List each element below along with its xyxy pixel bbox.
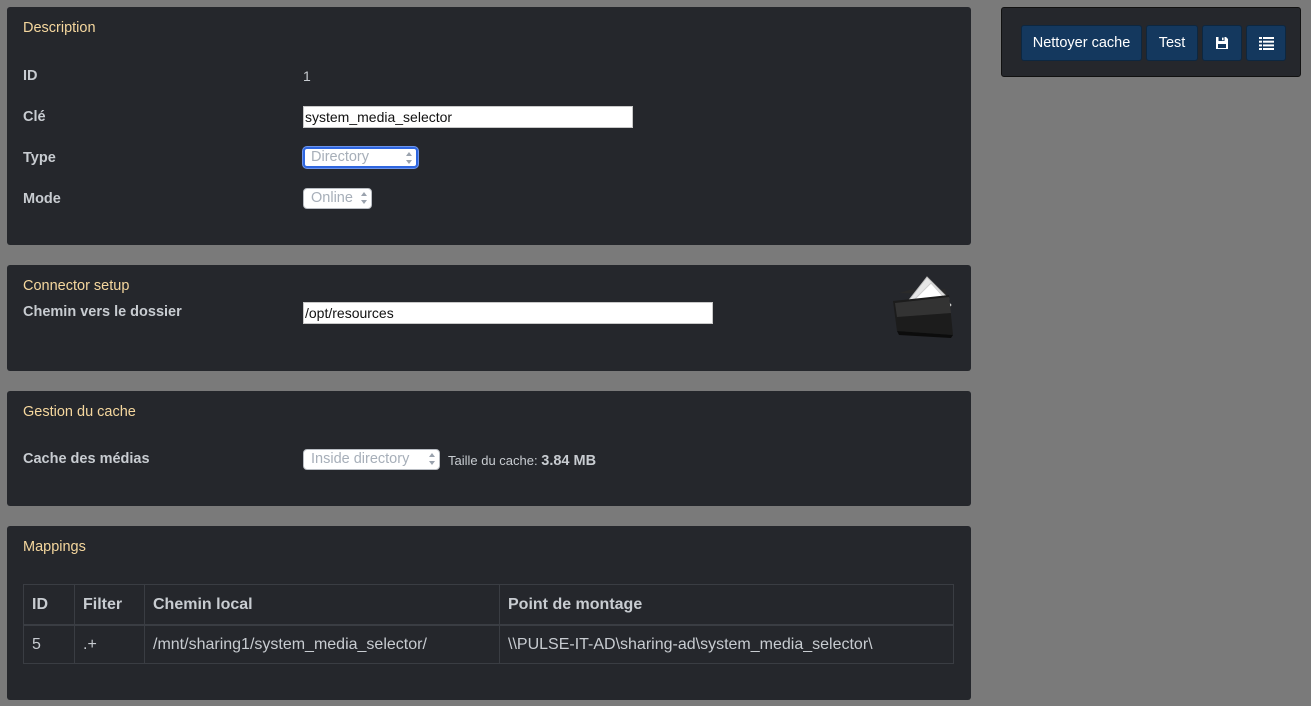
cache-panel: Gestion du cache Cache des médias Inside…	[7, 391, 971, 506]
select-arrows-icon	[361, 192, 368, 204]
cell-filter: .+	[74, 624, 145, 664]
select-arrows-icon	[429, 453, 436, 465]
cache-size-label: Taille du cache:	[448, 453, 538, 468]
key-input[interactable]	[303, 106, 633, 128]
mappings-panel: Mappings ID Filter Chemin local Point de…	[7, 526, 971, 700]
media-cache-select-value: Inside directory	[311, 451, 410, 467]
panel-title: Gestion du cache	[23, 404, 136, 420]
save-icon	[1216, 37, 1228, 49]
cache-size-value: 3.84 MB	[541, 453, 597, 469]
type-select-value: Directory	[311, 149, 370, 165]
table-header-row: ID Filter Chemin local Point de montage	[23, 584, 954, 626]
id-label: ID	[23, 68, 38, 84]
folder-path-input[interactable]	[303, 302, 713, 324]
panel-title: Connector setup	[23, 278, 130, 294]
panel-title: Mappings	[23, 539, 86, 555]
select-arrows-icon	[406, 152, 413, 164]
clear-cache-button[interactable]: Nettoyer cache	[1021, 25, 1142, 61]
media-cache-label: Cache des médias	[23, 451, 150, 467]
key-label: Clé	[23, 109, 46, 125]
cell-local-path: /mnt/sharing1/system_media_selector/	[144, 624, 500, 664]
column-header-id: ID	[23, 584, 75, 626]
connector-panel: Connector setup Chemin vers le dossier	[7, 265, 971, 371]
folder-icon	[893, 276, 953, 338]
column-header-local-path: Chemin local	[144, 584, 500, 626]
type-select[interactable]: Directory	[303, 147, 418, 168]
cache-size: Taille du cache: 3.84 MB	[448, 453, 596, 469]
mode-select-value: Online	[311, 190, 353, 206]
panel-title: Description	[23, 20, 96, 36]
test-button[interactable]: Test	[1146, 25, 1198, 61]
cell-id: 5	[23, 624, 75, 664]
cell-mount-point: \\PULSE-IT-AD\sharing-ad\system_media_se…	[499, 624, 954, 664]
save-button[interactable]	[1202, 25, 1242, 61]
folder-path-label: Chemin vers le dossier	[23, 304, 182, 320]
mode-label: Mode	[23, 191, 61, 207]
list-button[interactable]	[1246, 25, 1286, 61]
table-row[interactable]: 5 .+ /mnt/sharing1/system_media_selector…	[23, 624, 954, 664]
mode-select[interactable]: Online	[303, 188, 372, 209]
column-header-mount-point: Point de montage	[499, 584, 954, 626]
list-icon	[1258, 36, 1274, 50]
toolbar: Nettoyer cache Test	[1001, 7, 1301, 77]
column-header-filter: Filter	[74, 584, 145, 626]
mappings-table: ID Filter Chemin local Point de montage …	[23, 584, 954, 664]
description-panel: Description ID 1 Clé Type Directory Mode…	[7, 7, 971, 245]
id-value: 1	[303, 68, 311, 84]
media-cache-select[interactable]: Inside directory	[303, 449, 440, 470]
type-label: Type	[23, 150, 56, 166]
